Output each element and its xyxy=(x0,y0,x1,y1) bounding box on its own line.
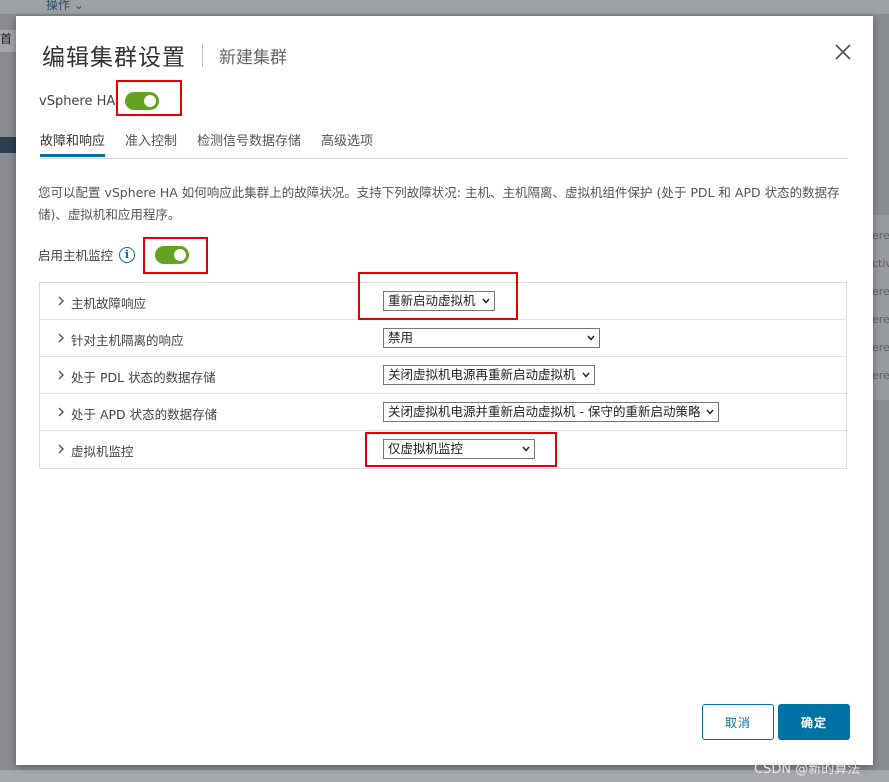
highlight-box xyxy=(143,237,208,274)
select-value: 关闭虚拟机电源再重新启动虚拟机 xyxy=(388,367,576,382)
select-value: 禁用 xyxy=(388,330,414,345)
highlight-box xyxy=(116,80,182,116)
highlight-box xyxy=(365,432,557,467)
chevron-down-icon xyxy=(587,335,595,341)
row-label-pdl-datastore: 处于 PDL 状态的数据存储 xyxy=(71,370,216,385)
tab-advanced-options[interactable]: 高级选项 xyxy=(321,128,373,156)
table-row: 处于 PDL 状态的数据存储 关闭虚拟机电源再重新启动虚拟机 xyxy=(40,357,846,394)
host-isolation-response-select[interactable]: 禁用 xyxy=(383,328,600,348)
chevron-down-icon xyxy=(581,372,590,378)
description-text: 您可以配置 vSphere HA 如何响应此集群上的故障状况。支持下列故障状况:… xyxy=(38,185,840,222)
chevron-right-icon[interactable] xyxy=(54,405,68,419)
table-row: 针对主机隔离的响应 禁用 xyxy=(40,320,846,357)
background-fragment: ere xyxy=(872,313,889,326)
watermark: CSDN @新的算法 xyxy=(754,762,861,777)
select-value: 关闭虚拟机电源并重新启动虚拟机 - 保守的重新启动策略 xyxy=(388,404,701,419)
background-fragment: ere xyxy=(872,285,889,298)
chevron-right-icon[interactable] xyxy=(54,368,68,382)
tab-failures-and-responses[interactable]: 故障和响应 xyxy=(40,128,106,157)
apd-datastore-select[interactable]: 关闭虚拟机电源并重新启动虚拟机 - 保守的重新启动策略 xyxy=(383,402,720,422)
chevron-down-icon xyxy=(706,409,715,415)
vsphere-ha-label: vSphere HA xyxy=(39,93,116,109)
tab-heartbeat-datastores[interactable]: 检测信号数据存储 xyxy=(197,128,301,156)
host-monitoring-label: 启用主机监控 xyxy=(38,248,114,263)
row-label-vm-monitoring: 虚拟机监控 xyxy=(71,444,134,459)
background-top-bar xyxy=(0,0,889,14)
row-label-host-failure: 主机故障响应 xyxy=(71,296,147,311)
row-label-apd-datastore: 处于 APD 状态的数据存储 xyxy=(71,407,218,422)
chevron-right-icon[interactable] xyxy=(54,331,68,345)
background-fragment: ctiv xyxy=(872,257,889,270)
title-divider xyxy=(202,43,203,67)
tab-bar: 故障和响应 准入控制 检测信号数据存储 高级选项 xyxy=(40,128,847,159)
tab-admission-control[interactable]: 准入控制 xyxy=(125,128,177,156)
chevron-right-icon[interactable] xyxy=(54,442,68,456)
background-fragment: ere xyxy=(872,229,889,242)
row-label-host-isolation: 针对主机隔离的响应 xyxy=(71,333,184,348)
info-icon[interactable]: i xyxy=(119,246,136,263)
background-actions-menu: 操作 ⌄ xyxy=(46,0,84,12)
pdl-datastore-select[interactable]: 关闭虚拟机电源再重新启动虚拟机 xyxy=(383,365,595,385)
background-dark-bar xyxy=(0,137,16,153)
cancel-button[interactable]: 取消 xyxy=(702,704,774,740)
dialog-title: 编辑集群设置 xyxy=(42,45,186,71)
ok-button[interactable]: 确定 xyxy=(778,704,850,740)
highlight-box xyxy=(358,272,518,320)
dialog-subtitle: 新建集群 xyxy=(219,47,287,68)
background-fragment: ere xyxy=(872,369,889,382)
dialog-header: 编辑集群设置 新建集群 xyxy=(42,38,287,72)
close-icon[interactable] xyxy=(833,42,853,62)
background-fragment: ere xyxy=(872,341,889,354)
edit-cluster-settings-dialog: 编辑集群设置 新建集群 vSphere HA 故障和响应 准入控制 检测信号数据… xyxy=(16,16,873,765)
table-row: 处于 APD 状态的数据存储 关闭虚拟机电源并重新启动虚拟机 - 保守的重新启动… xyxy=(40,394,846,431)
chevron-right-icon[interactable] xyxy=(54,294,68,308)
background-tab: 首 xyxy=(0,30,16,52)
